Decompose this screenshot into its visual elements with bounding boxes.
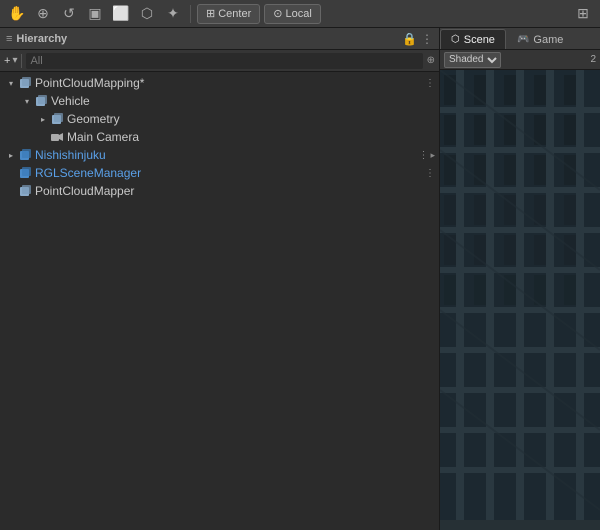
- hamburger-icon: ≡: [6, 33, 12, 45]
- transform-tool-icon[interactable]: ⬡: [136, 3, 158, 25]
- scene-view[interactable]: [440, 70, 600, 530]
- tree-item-geometry[interactable]: ▸ Geometry: [0, 110, 439, 128]
- search-input[interactable]: [26, 53, 422, 69]
- tree-icon-geometry: [50, 112, 64, 126]
- search-bar: + ▾ ⊕: [0, 50, 439, 72]
- hand-tool-icon[interactable]: ✋: [6, 3, 28, 25]
- tree-item-rglscenemanager[interactable]: RGLSceneManager ⋮: [0, 164, 439, 182]
- shaded-dropdown[interactable]: Shaded: [444, 52, 501, 68]
- custom-tool-icon[interactable]: ✦: [162, 3, 184, 25]
- tab-game[interactable]: 🎮 Game: [506, 29, 574, 49]
- game-tab-label: Game: [533, 34, 563, 46]
- more-dots-icon-nishishinjuku[interactable]: ⋮: [418, 150, 428, 161]
- tree-arrow-geometry[interactable]: ▸: [36, 110, 50, 128]
- scene-tab-label: Scene: [464, 34, 495, 46]
- tree-icon-rglscenemanager: [18, 166, 32, 180]
- tree-label-maincamera: Main Camera: [67, 130, 139, 144]
- tree-label-geometry: Geometry: [67, 112, 120, 126]
- tree-label-root: PointCloudMapping*: [35, 76, 144, 90]
- tree-arrow-root[interactable]: ▾: [4, 74, 18, 92]
- tree-item-vehicle[interactable]: ▾ Vehicle: [0, 92, 439, 110]
- tree-more-root: ⋮: [425, 78, 435, 89]
- hierarchy-title: Hierarchy: [16, 33, 67, 45]
- tree-arrow-vehicle[interactable]: ▾: [20, 92, 34, 110]
- hierarchy-panel: ≡ Hierarchy 🔒 ⋮ + ▾ ⊕ ▾PointCloudMapping…: [0, 28, 440, 530]
- more-arrow-icon-nishishinjuku: ▸: [430, 150, 435, 161]
- scene-tab-icon: ⬡: [451, 34, 460, 45]
- tree-label-nishishinjuku: Nishishinjuku: [35, 148, 106, 162]
- search-separator: [21, 54, 22, 68]
- tree-item-root[interactable]: ▾ PointCloudMapping* ⋮: [0, 74, 439, 92]
- plus-icon: +: [4, 55, 10, 67]
- center-label: Center: [218, 8, 251, 20]
- hierarchy-tree: ▾PointCloudMapping*⋮▾Vehicle▸GeometryMai…: [0, 72, 439, 530]
- tree-icon-maincamera: [50, 130, 64, 144]
- more-dots-icon-root[interactable]: ⋮: [425, 78, 435, 89]
- tree-arrow-nishishinjuku[interactable]: ▸: [4, 146, 18, 164]
- tree-label-vehicle: Vehicle: [51, 94, 90, 108]
- resolution-value: 2: [590, 54, 596, 65]
- building-background: [440, 70, 600, 520]
- toolbar-right: ⊞: [572, 3, 594, 25]
- more-dots-icon-rglscenemanager[interactable]: ⋮: [425, 168, 435, 179]
- hierarchy-header-icons: 🔒 ⋮: [402, 32, 433, 46]
- tree-arrow-rglscenemanager: [4, 164, 18, 182]
- tree-more-rglscenemanager: ⋮: [425, 168, 435, 179]
- rotate-tool-icon[interactable]: ↺: [58, 3, 80, 25]
- tree-icon-root: [18, 76, 32, 90]
- rect-tool-icon[interactable]: ⬜: [110, 3, 132, 25]
- local-label: Local: [285, 8, 311, 20]
- scene-tabs: ⬡ Scene 🎮 Game: [440, 28, 600, 50]
- tree-item-maincamera[interactable]: Main Camera: [0, 128, 439, 146]
- tree-more-nishishinjuku: ⋮▸: [418, 150, 435, 161]
- tree-icon-pointcloudmapper: [18, 184, 32, 198]
- main-layout: ≡ Hierarchy 🔒 ⋮ + ▾ ⊕ ▾PointCloudMapping…: [0, 28, 600, 530]
- local-icon: ⊙: [273, 7, 282, 20]
- tree-icon-vehicle: [34, 94, 48, 108]
- tree-label-rglscenemanager: RGLSceneManager: [35, 166, 141, 180]
- tree-arrow-maincamera: [36, 128, 50, 146]
- local-button[interactable]: ⊙ Local: [264, 4, 321, 24]
- dropdown-arrow: ▾: [12, 55, 17, 66]
- tab-scene[interactable]: ⬡ Scene: [440, 29, 506, 49]
- tree-icon-nishishinjuku: [18, 148, 32, 162]
- main-toolbar: ✋ ⊕ ↺ ▣ ⬜ ⬡ ✦ ⊞ Center ⊙ Local ⊞: [0, 0, 600, 28]
- center-button[interactable]: ⊞ Center: [197, 4, 260, 24]
- more-options-icon[interactable]: ⋮: [421, 32, 433, 46]
- tree-item-pointcloudmapper[interactable]: PointCloudMapper: [0, 182, 439, 200]
- center-icon: ⊞: [206, 7, 215, 20]
- grid-icon[interactable]: ⊞: [572, 3, 594, 25]
- tree-arrow-pointcloudmapper: [4, 182, 18, 200]
- tree-item-nishishinjuku[interactable]: ▸Nishishinjuku⋮▸: [0, 146, 439, 164]
- move-tool-icon[interactable]: ⊕: [32, 3, 54, 25]
- tree-label-pointcloudmapper: PointCloudMapper: [35, 184, 134, 198]
- scene-panel: ⬡ Scene 🎮 Game Shaded 2: [440, 28, 600, 530]
- game-tab-icon: 🎮: [517, 34, 529, 45]
- scene-toolbar: Shaded 2: [440, 50, 600, 70]
- scale-tool-icon[interactable]: ▣: [84, 3, 106, 25]
- lock-icon[interactable]: 🔒: [402, 32, 417, 46]
- add-button[interactable]: + ▾: [4, 55, 17, 67]
- search-clear-icon[interactable]: ⊕: [427, 55, 435, 66]
- toolbar-sep-1: [190, 5, 191, 23]
- hierarchy-header: ≡ Hierarchy 🔒 ⋮: [0, 28, 439, 50]
